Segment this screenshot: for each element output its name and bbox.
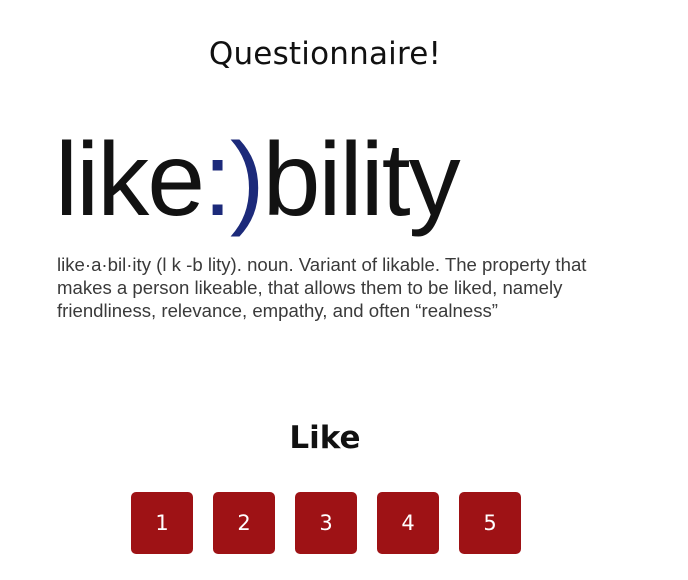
questionnaire-page: Questionnaire! like:)bility like·a·bil·i… — [0, 0, 688, 580]
likability-definition: like·a·bil·ity (l k -b lity). noun. Vari… — [57, 254, 587, 321]
rating-button-5[interactable]: 5 — [459, 492, 521, 554]
wordmark-suffix: bility — [262, 122, 461, 238]
rating-button-3[interactable]: 3 — [295, 492, 357, 554]
likability-image: like:)bility like·a·bil·ity (l k -b lity… — [55, 120, 615, 365]
page-title: Questionnaire! — [208, 36, 442, 72]
rating-button-2[interactable]: 2 — [213, 492, 275, 554]
rating-button-4[interactable]: 4 — [377, 492, 439, 554]
rating-button-1[interactable]: 1 — [131, 492, 193, 554]
likability-wordmark: like:)bility — [55, 120, 615, 240]
wordmark-prefix: like — [55, 122, 205, 238]
rating-scale: 1 2 3 4 5 — [131, 492, 521, 554]
smile-emoticon: :) — [203, 122, 265, 238]
question-label: Like — [289, 420, 361, 456]
